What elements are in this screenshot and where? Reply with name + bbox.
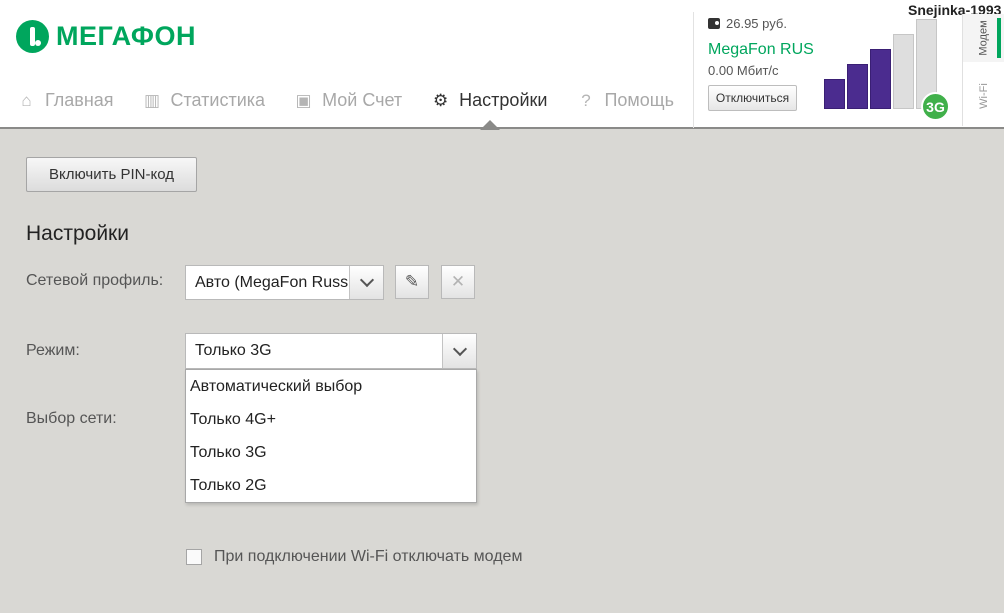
balance-value: 26.95 руб. (726, 16, 787, 31)
wifi-disable-modem-option[interactable]: При подключении Wi-Fi отключать модем (186, 548, 522, 566)
wifi-disable-modem-checkbox[interactable] (186, 549, 202, 565)
operator-name: MegaFon RUS (708, 41, 814, 58)
delete-profile-button[interactable]: ✕ (441, 265, 475, 299)
chevron-down-icon (452, 341, 467, 356)
mode-option-2g[interactable]: Только 2G (186, 469, 476, 502)
balance: 26.95 руб. (708, 16, 828, 31)
network-profile-label: Сетевой профиль: (26, 272, 164, 289)
nav-item-home[interactable]: ⌂ Главная (18, 90, 114, 111)
home-icon: ⌂ (21, 91, 32, 110)
mode-option-3g[interactable]: Только 3G (186, 436, 476, 469)
nav-item-label: Настройки (459, 90, 548, 110)
header-divider (693, 12, 694, 128)
connection-speed: 0.00 Мбит/с (708, 63, 779, 78)
edit-profile-button[interactable]: ✎ (395, 265, 429, 299)
mode-dropdown-list: Автоматический выбор Только 4G+ Только 3… (185, 369, 477, 503)
tab-modem-label: Модем (977, 20, 990, 56)
nav-item-label: Мой Счет (322, 90, 403, 110)
network-profile-dropdown-button[interactable] (349, 266, 383, 299)
stats-icon: ▥ (143, 91, 161, 110)
signal-bar-4 (893, 34, 914, 109)
network-selection-label: Выбор сети: (26, 410, 117, 427)
main-nav: ⌂ Главная ▥ Статистика ▣ Мой Счет ⚙ Наст… (18, 90, 704, 130)
logo-text: МЕГАФОН (56, 21, 196, 51)
pencil-icon: ✎ (404, 272, 420, 291)
nav-item-label: Помощь (604, 90, 674, 110)
page-title: Настройки (26, 222, 129, 245)
mode-value: Только 3G (195, 342, 272, 359)
wifi-disable-modem-label: При подключении Wi-Fi отключать модем (214, 548, 523, 565)
disconnect-button[interactable]: Отключиться (708, 85, 797, 111)
megafon-logo[interactable]: МЕГАФОН (16, 20, 196, 53)
nav-item-label: Главная (45, 90, 114, 110)
connection-status: 26.95 руб. MegaFon RUS 0.00 Мбит/с Отклю… (708, 16, 828, 111)
active-tab-pointer (479, 120, 500, 130)
tab-wifi-label: Wi-Fi (978, 83, 990, 109)
tab-modem[interactable]: Модем (963, 14, 1004, 62)
help-icon: ? (581, 91, 591, 110)
header: МЕГАФОН ⌂ Главная ▥ Статистика ▣ Мой Сче… (0, 0, 1004, 130)
signal-bar-1 (824, 79, 845, 109)
megafon-logo-icon (16, 20, 49, 53)
balance-wallet-icon (708, 18, 720, 29)
signal-bar-3 (870, 49, 891, 109)
mode-dropdown-button[interactable] (442, 334, 476, 368)
close-icon: ✕ (450, 272, 466, 291)
mode-option-4g-plus[interactable]: Только 4G+ (186, 403, 476, 436)
network-type-badge: 3G (921, 92, 950, 121)
nav-item-settings[interactable]: ⚙ Настройки (432, 90, 548, 130)
mode-label: Режим: (26, 342, 80, 359)
wallet-icon: ▣ (295, 91, 312, 110)
nav-item-statistics[interactable]: ▥ Статистика (143, 90, 266, 111)
mode-option-auto[interactable]: Автоматический выбор (186, 370, 476, 403)
nav-item-account[interactable]: ▣ Мой Счет (295, 90, 403, 111)
mode-select[interactable]: Только 3G (185, 333, 477, 369)
nav-item-help[interactable]: ? Помощь (577, 90, 674, 111)
network-profile-select[interactable]: Авто (MegaFon Russia) (185, 265, 384, 300)
signal-strength-indicator: 3G (824, 18, 950, 121)
side-tabs: Модем Wi-Fi (962, 14, 1004, 126)
nav-item-label: Статистика (170, 90, 266, 110)
network-profile-value: Авто (MegaFon Russia) (195, 273, 349, 291)
tab-wifi[interactable]: Wi-Fi (963, 66, 1004, 126)
enable-pin-button[interactable]: Включить PIN-код (26, 157, 197, 192)
signal-bar-2 (847, 64, 868, 109)
chevron-down-icon (359, 272, 374, 288)
gear-icon: ⚙ (433, 91, 449, 110)
